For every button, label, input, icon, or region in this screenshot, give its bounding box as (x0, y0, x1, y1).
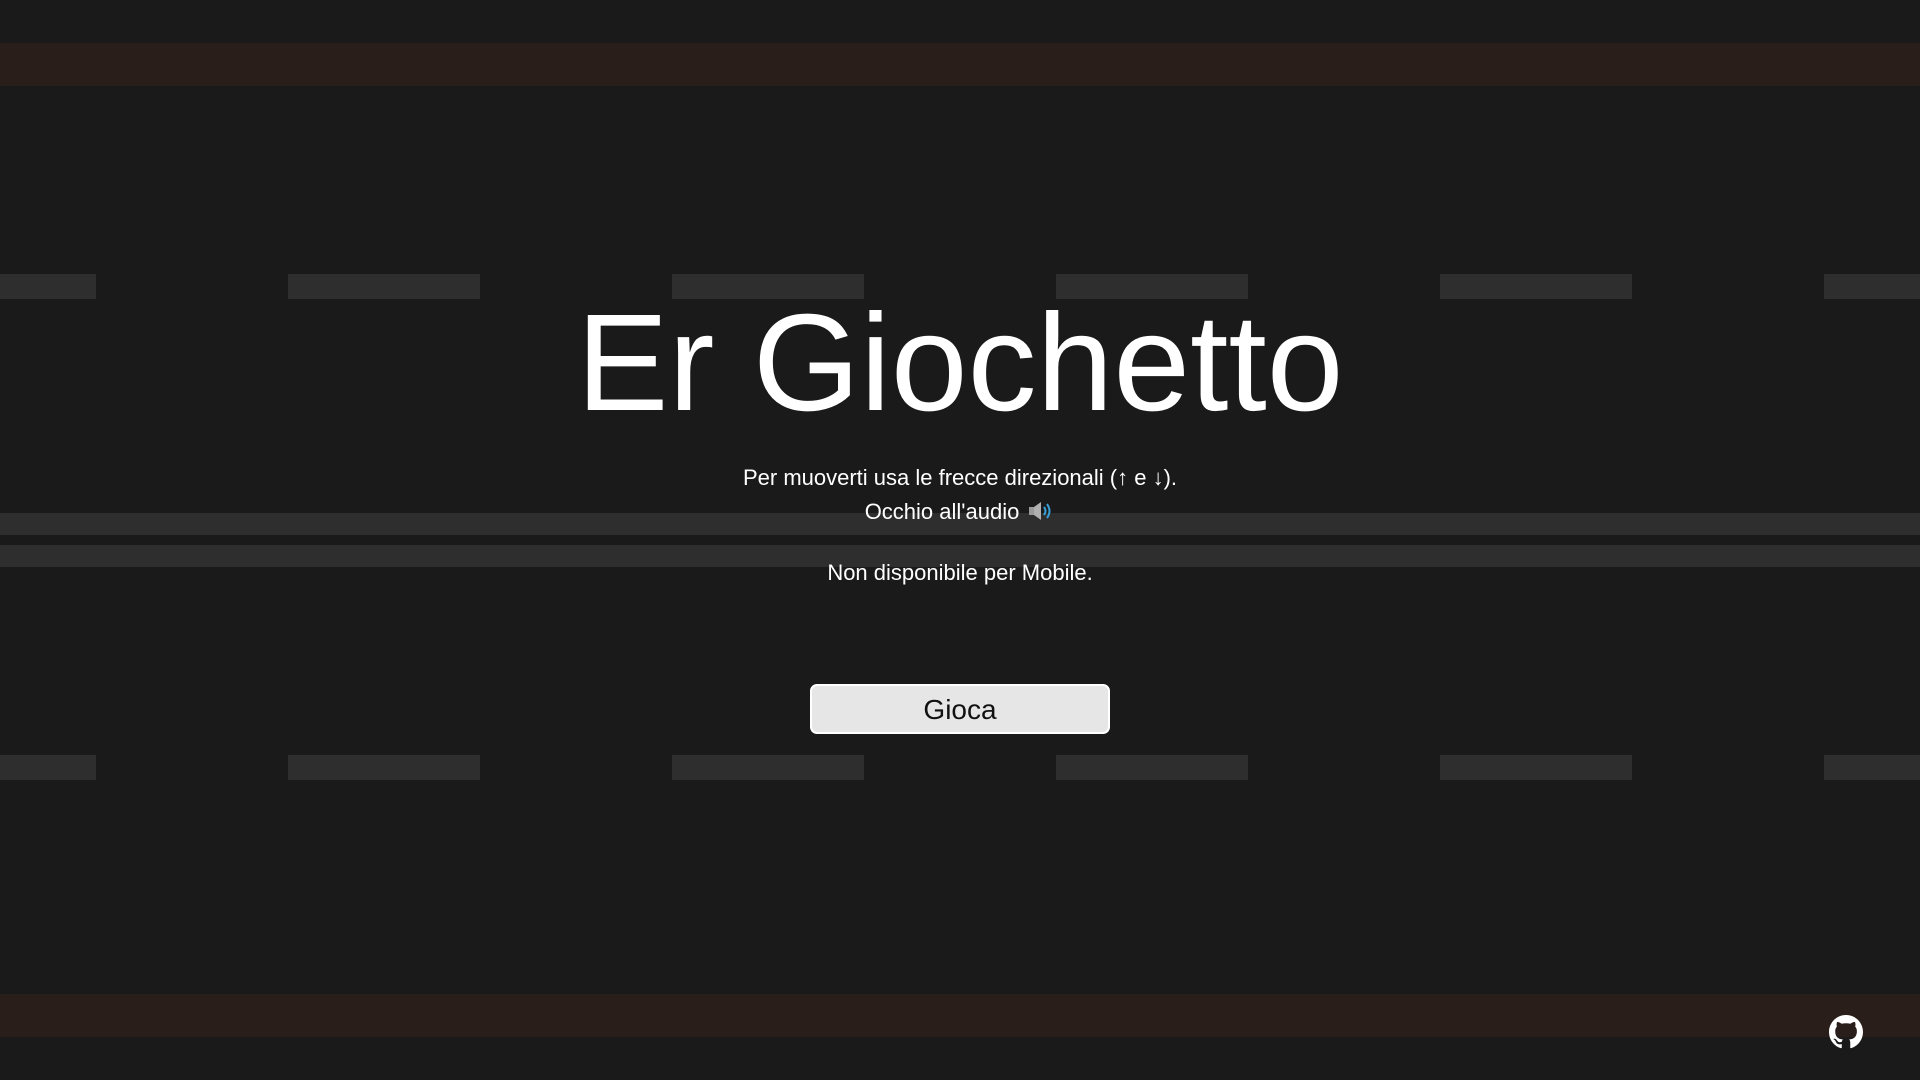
audio-hint: Occhio all'audio (864, 499, 1020, 524)
game-title: Er Giochetto (576, 286, 1344, 440)
github-icon (1829, 1015, 1863, 1053)
audio-hint-row: Occhio all'audio (0, 495, 1920, 529)
start-screen: Er Giochetto Per muoverti usa le frecce … (0, 0, 1920, 1080)
speaker-icon (1027, 499, 1055, 523)
game-stage: Er Giochetto Per muoverti usa le frecce … (0, 0, 1920, 1080)
mobile-unavailable-note: Non disponibile per Mobile. (827, 560, 1093, 585)
controls-hint: Per muoverti usa le frecce direzionali (… (742, 465, 1178, 490)
instructions: Per muoverti usa le frecce direzionali (… (0, 461, 1920, 529)
play-button[interactable]: Gioca (810, 684, 1110, 734)
github-link[interactable] (1829, 1015, 1863, 1049)
